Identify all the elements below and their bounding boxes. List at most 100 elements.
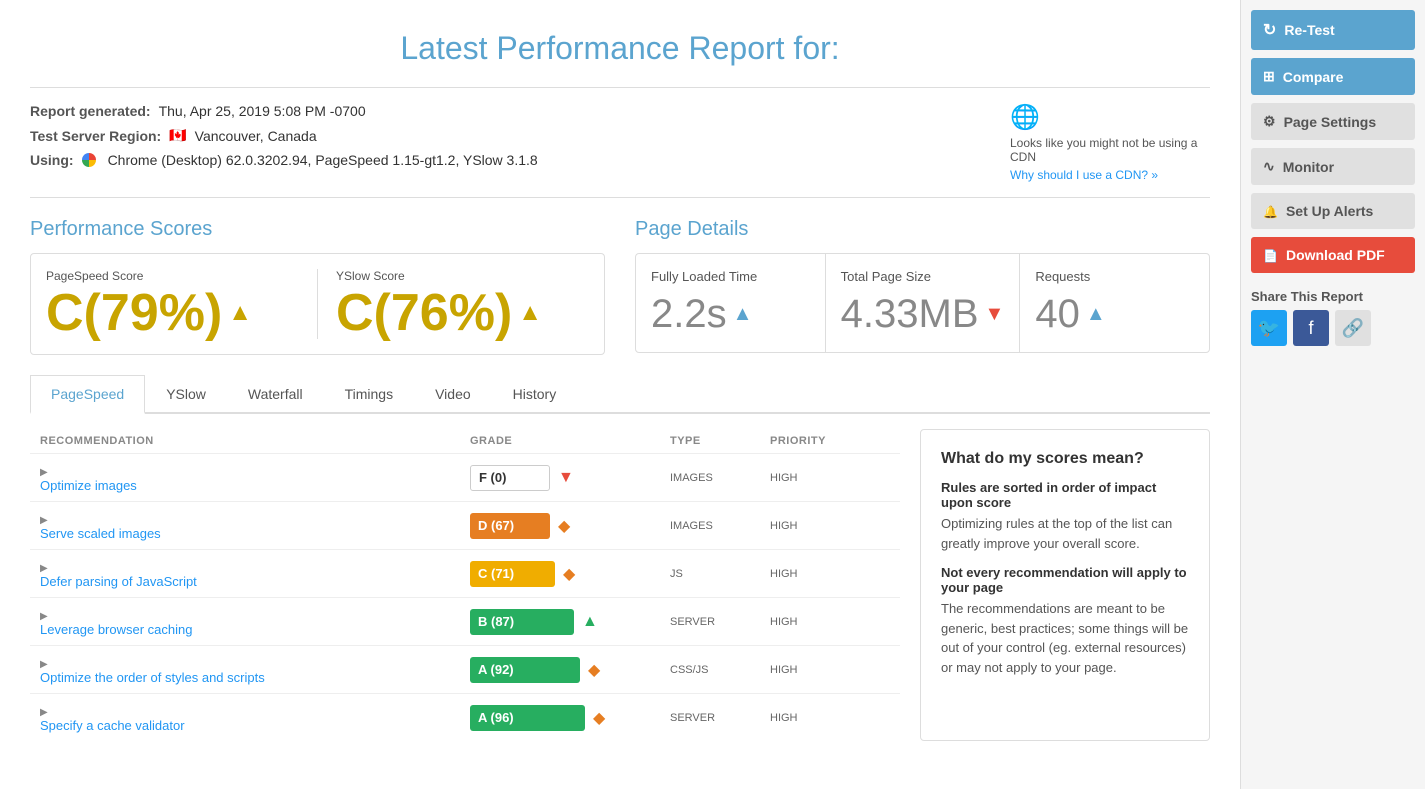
report-meta: Report generated: Thu, Apr 25, 2019 5:08… [30,87,1210,198]
table-row: ▶ Serve scaled images D (67) ◆ IMAGES HI… [30,501,900,549]
generated-value: Thu, Apr 25, 2019 5:08 PM -0700 [159,103,366,119]
alerts-button[interactable]: Set Up Alerts [1251,193,1415,229]
page-size-label: Total Page Size [841,269,1005,284]
tab-video[interactable]: Video [414,375,492,414]
loaded-time-card: Fully Loaded Time 2.2s ▲ [636,254,826,352]
performance-scores-block: Performance Scores PageSpeed Score C(79%… [30,218,605,355]
compare-label: Compare [1283,69,1344,85]
recommendation-link[interactable]: Serve scaled images [40,526,470,541]
row-chevron: ▶ [40,563,48,574]
info-text2: The recommendations are meant to be gene… [941,599,1189,677]
priority-value: HIGH [770,664,890,676]
pagespeed-value: C(79%) ▲ [46,287,252,339]
priority-value: HIGH [770,616,890,628]
recommendation-link[interactable]: Optimize the order of styles and scripts [40,670,470,685]
grade-bar: A (92) [470,657,580,683]
performance-scores-title: Performance Scores [30,218,605,241]
grade-bar: D (67) [470,513,550,539]
info-text1: Optimizing rules at the top of the list … [941,514,1189,553]
table-row: ▶ Optimize the order of styles and scrip… [30,645,900,693]
col-type: TYPE [670,435,770,447]
retest-button[interactable]: Re-Test [1251,10,1415,50]
tab-waterfall[interactable]: Waterfall [227,375,324,414]
globe-icon: 🌐 [1010,103,1040,132]
col-recommendation: RECOMMENDATION [40,435,470,447]
grade-bar: F (0) [470,465,550,491]
share-section: Share This Report 🐦 f 🔗 [1251,289,1415,346]
type-value: IMAGES [670,472,770,484]
pagespeed-label: PageSpeed Score [46,269,143,283]
sidebar: Re-Test Compare Page Settings Monitor Se… [1240,0,1425,789]
share-twitter-button[interactable]: 🐦 [1251,310,1287,346]
page-details-title: Page Details [635,218,1210,241]
page-size-card: Total Page Size 4.33MB ▼ [826,254,1021,352]
grade-icon: ◆ [588,660,600,680]
table-row: ▶ Specify a cache validator A (96) ◆ SER… [30,693,900,741]
grade-bar: C (71) [470,561,555,587]
row-chevron: ▶ [40,659,48,670]
share-link-button[interactable]: 🔗 [1335,310,1371,346]
loaded-time-label: Fully Loaded Time [651,269,810,284]
generated-label: Report generated: [30,103,151,119]
table-row: ▶ Defer parsing of JavaScript C (71) ◆ J… [30,549,900,597]
grade-icon: ◆ [558,516,570,536]
recommendation-link[interactable]: Specify a cache validator [40,718,470,733]
tab-timings[interactable]: Timings [324,375,415,414]
table-row: ▶ Optimize images F (0) ▼ IMAGES HIGH [30,453,900,501]
row-chevron: ▶ [40,467,48,478]
tab-pagespeed[interactable]: PageSpeed [30,375,145,414]
pdf-button[interactable]: Download PDF [1251,237,1415,273]
tab-history[interactable]: History [492,375,578,414]
yslow-label: YSlow Score [336,269,405,283]
gear-icon [1263,113,1276,130]
table-header: RECOMMENDATION GRADE TYPE PRIORITY [30,429,900,453]
scores-info-box: What do my scores mean? Rules are sorted… [920,429,1210,741]
type-value: JS [670,568,770,580]
refresh-icon [1263,20,1276,40]
retest-label: Re-Test [1284,22,1334,38]
settings-label: Page Settings [1284,114,1377,130]
col-grade: GRADE [470,435,670,447]
monitor-label: Monitor [1283,159,1334,175]
priority-value: HIGH [770,472,890,484]
yslow-arrow: ▲ [518,301,542,325]
recommendation-link[interactable]: Optimize images [40,478,470,493]
main-and-info: RECOMMENDATION GRADE TYPE PRIORITY ▶ Opt… [30,429,1210,741]
loaded-time-value: 2.2s ▲ [651,292,810,337]
yslow-score-card: YSlow Score C(76%) ▲ [336,269,589,339]
page-size-arrow: ▼ [985,303,1005,326]
score-divider [317,269,318,339]
requests-arrow: ▲ [1086,303,1106,326]
tab-yslow[interactable]: YSlow [145,375,227,414]
server-label: Test Server Region: [30,128,161,144]
settings-button[interactable]: Page Settings [1251,103,1415,140]
requests-card: Requests 40 ▲ [1020,254,1209,352]
tabs-bar: PageSpeed YSlow Waterfall Timings Video … [30,375,1210,414]
share-icons: 🐦 f 🔗 [1251,310,1415,346]
chrome-icon [82,153,96,167]
page-size-value: 4.33MB ▼ [841,292,1005,337]
recommendation-link[interactable]: Defer parsing of JavaScript [40,574,470,589]
grade-icon: ▼ [558,469,574,487]
cdn-link[interactable]: Why should I use a CDN? » [1010,168,1158,182]
compare-button[interactable]: Compare [1251,58,1415,95]
type-value: SERVER [670,712,770,724]
server-flag: 🇨🇦 [169,127,186,144]
page-title: Latest Performance Report for: [30,20,1210,67]
priority-value: HIGH [770,520,890,532]
yslow-value: C(76%) ▲ [336,287,542,339]
using-label: Using: [30,152,74,168]
recommendations-table: RECOMMENDATION GRADE TYPE PRIORITY ▶ Opt… [30,429,900,741]
loaded-time-arrow: ▲ [733,303,753,326]
grade-icon: ▲ [582,613,598,631]
cdn-text: Looks like you might not be using a CDN [1010,136,1210,164]
pdf-icon [1263,247,1278,263]
recommendation-link[interactable]: Leverage browser caching [40,622,470,637]
row-chevron: ▶ [40,707,48,718]
pagespeed-score-card: PageSpeed Score C(79%) ▲ [46,269,299,339]
monitor-button[interactable]: Monitor [1251,148,1415,185]
share-facebook-button[interactable]: f [1293,310,1329,346]
share-label: Share This Report [1251,289,1415,304]
columns-icon [1263,68,1275,85]
page-details-block: Page Details Fully Loaded Time 2.2s ▲ To… [635,218,1210,355]
